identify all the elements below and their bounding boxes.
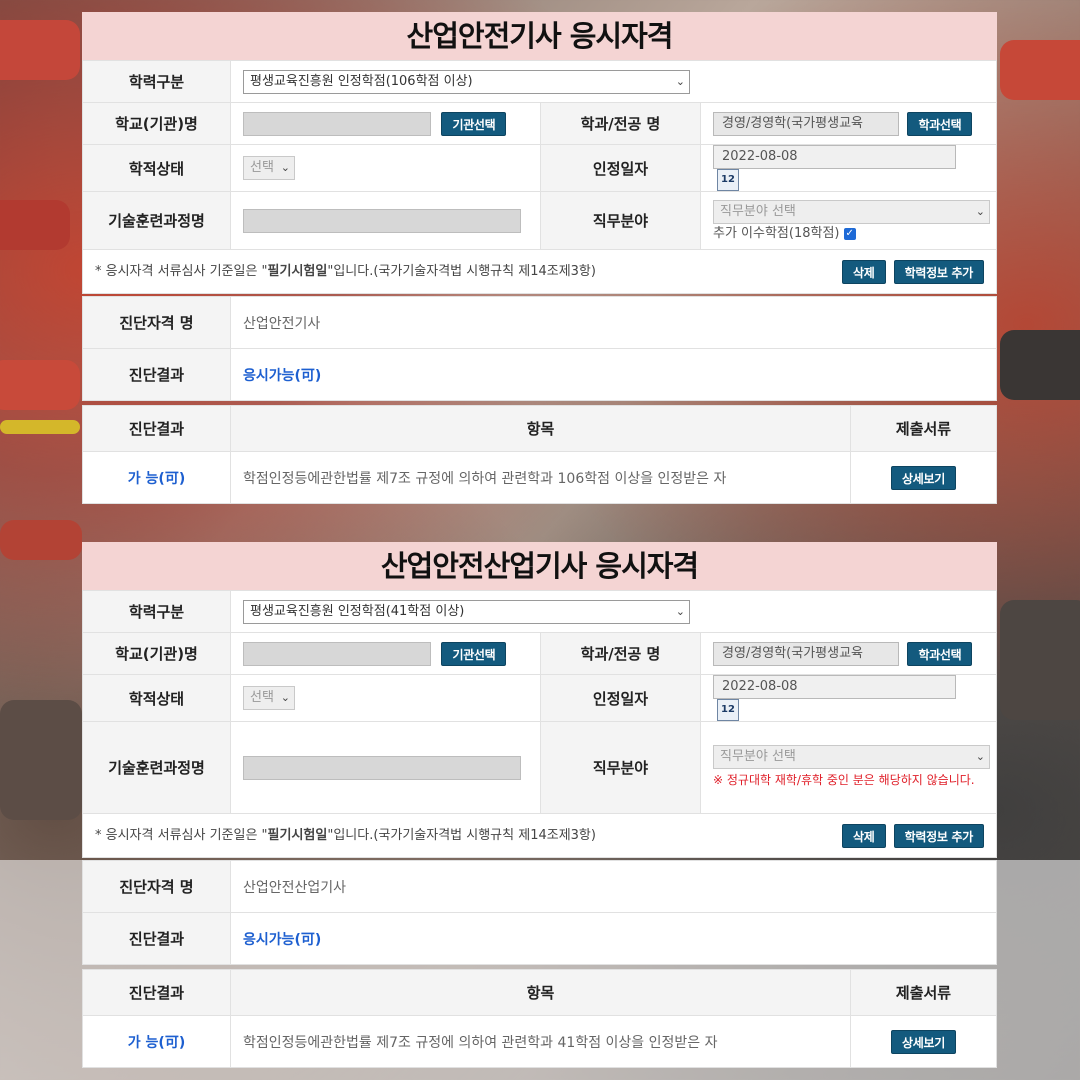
- background-pipe: [0, 20, 80, 80]
- panel-title: 산업안전산업기사 응시자격: [82, 542, 997, 590]
- criteria-note: * 응시자격 서류심사 기준일은 "필기시험일"입니다.(국가기술자격법 시행규…: [95, 827, 596, 843]
- approval-date-input[interactable]: 2022-08-08: [713, 675, 956, 699]
- add-education-button[interactable]: 학력정보 추가: [893, 259, 984, 284]
- chevron-down-icon: ⌄: [675, 74, 685, 88]
- diagnosis-result-label: 진단결과: [82, 912, 231, 965]
- diagnosis-result-label: 진단결과: [82, 348, 231, 401]
- column-header-docs: 제출서류: [850, 405, 997, 452]
- column-header-item: 항목: [230, 405, 851, 452]
- edu-type-label: 학력구분: [82, 590, 231, 633]
- training-course-label: 기술훈련과정명: [82, 191, 231, 250]
- enrollment-status-label: 학적상태: [82, 144, 231, 192]
- select-major-button[interactable]: 학과선택: [907, 111, 973, 136]
- diagnosis-name: 산업안전기사: [230, 296, 997, 349]
- qualification-panel-industrial-engineer: 산업안전산업기사 응시자격 학력구분 평생교육진흥원 인정학점(41학점 이상)…: [82, 542, 997, 858]
- calendar-icon[interactable]: 12: [717, 699, 739, 721]
- calendar-icon[interactable]: 12: [717, 169, 739, 191]
- edu-type-select[interactable]: 평생교육진흥원 인정학점(41학점 이상) ⌄: [243, 599, 690, 624]
- enrollment-status-label: 학적상태: [82, 674, 231, 722]
- background-pipe: [1000, 40, 1080, 100]
- row-result: 가 능(可): [82, 451, 231, 504]
- school-name-label: 학교(기관)명: [82, 102, 231, 145]
- diagnosis-name-label: 진단자격 명: [82, 860, 231, 913]
- select-institution-button[interactable]: 기관선택: [441, 641, 507, 666]
- background-pipe: [1000, 600, 1080, 720]
- school-name-label: 학교(기관)명: [82, 632, 231, 675]
- background-pipe: [0, 420, 80, 434]
- training-course-input[interactable]: [243, 755, 521, 780]
- result-detail-table: 진단결과 항목 제출서류 가 능(可) 학점인정등에관한법률 제7조 규정에 의…: [82, 405, 997, 504]
- column-header-result: 진단결과: [82, 969, 231, 1016]
- enrollment-warning: ※ 정규대학 재학/휴학 중인 분은 해당하지 않습니다.: [713, 772, 975, 787]
- diagnosis-result: 응시가능(可): [230, 912, 997, 965]
- background-pipe: [0, 700, 82, 820]
- background-pipe: [0, 520, 82, 560]
- column-header-item: 항목: [230, 969, 851, 1016]
- chevron-down-icon: ⌄: [975, 205, 985, 218]
- job-field-label: 직무분야: [540, 191, 701, 250]
- diagnosis-name: 산업안전산업기사: [230, 860, 997, 913]
- major-label: 학과/전공 명: [540, 102, 701, 145]
- select-major-button[interactable]: 학과선택: [907, 641, 973, 666]
- diagnosis-panel-industrial-engineer: 진단자격 명 산업안전산업기사 진단결과 응시가능(可) 진단결과 항목 제출서…: [82, 860, 997, 1068]
- approval-date-label: 인정일자: [540, 144, 701, 192]
- row-item: 학점인정등에관한법률 제7조 규정에 의하여 관련학과 41학점 이상을 인정받…: [230, 1015, 851, 1068]
- add-education-button[interactable]: 학력정보 추가: [893, 823, 984, 848]
- detail-view-button[interactable]: 상세보기: [891, 465, 956, 490]
- chevron-down-icon: ⌄: [675, 604, 685, 618]
- diagnosis-table: 진단자격 명 산업안전산업기사 진단결과 응시가능(可): [82, 860, 997, 965]
- major-input[interactable]: 경영/경영학(국가평생교육: [713, 111, 899, 136]
- row-item: 학점인정등에관한법률 제7조 규정에 의하여 관련학과 106학점 이상을 인정…: [230, 451, 851, 504]
- delete-button[interactable]: 삭제: [842, 259, 886, 284]
- chevron-down-icon: ⌄: [975, 749, 985, 763]
- edu-type-label: 학력구분: [82, 60, 231, 103]
- column-header-result: 진단결과: [82, 405, 231, 452]
- extra-credits: 추가 이수학점(18학점) ✓: [713, 222, 984, 241]
- school-name-input[interactable]: [243, 111, 431, 136]
- diagnosis-name-label: 진단자격 명: [82, 296, 231, 349]
- training-course-input[interactable]: [243, 208, 521, 233]
- diagnosis-panel-engineer: 진단자격 명 산업안전기사 진단결과 응시가능(可) 진단결과 항목 제출서류 …: [82, 296, 997, 504]
- enrollment-status-select[interactable]: 선택 ⌄: [243, 686, 295, 710]
- education-form: 학력구분 평생교육진흥원 인정학점(106학점 이상) ⌄ 학교(기관)명 기관선…: [82, 60, 997, 294]
- delete-button[interactable]: 삭제: [842, 823, 886, 848]
- school-name-input[interactable]: [243, 641, 431, 666]
- major-label: 학과/전공 명: [540, 632, 701, 675]
- chevron-down-icon: ⌄: [280, 161, 290, 174]
- background-pipe: [1000, 330, 1080, 400]
- table-row: 가 능(可) 학점인정등에관한법률 제7조 규정에 의하여 관련학과 41학점 …: [82, 1015, 997, 1068]
- extra-credits-label: 추가 이수학점(18학점): [713, 226, 840, 241]
- job-field-select[interactable]: 직무분야 선택 ⌄: [713, 200, 990, 224]
- row-result: 가 능(可): [82, 1015, 231, 1068]
- table-row: 가 능(可) 학점인정등에관한법률 제7조 규정에 의하여 관련학과 106학점…: [82, 451, 997, 504]
- result-detail-table: 진단결과 항목 제출서류 가 능(可) 학점인정등에관한법률 제7조 규정에 의…: [82, 969, 997, 1068]
- edu-type-select[interactable]: 평생교육진흥원 인정학점(106학점 이상) ⌄: [243, 69, 690, 94]
- detail-view-button[interactable]: 상세보기: [891, 1029, 956, 1054]
- panel-title: 산업안전기사 응시자격: [82, 12, 997, 60]
- education-form: 학력구분 평생교육진흥원 인정학점(41학점 이상) ⌄ 학교(기관)명 기관선택…: [82, 590, 997, 858]
- criteria-note-row: * 응시자격 서류심사 기준일은 "필기시험일"입니다.(국가기술자격법 시행규…: [82, 249, 997, 294]
- job-field-select[interactable]: 직무분야 선택 ⌄: [713, 744, 990, 769]
- approval-date-label: 인정일자: [540, 674, 701, 722]
- diagnosis-result: 응시가능(可): [230, 348, 997, 401]
- background-pipe: [0, 200, 70, 250]
- approval-date-input[interactable]: 2022-08-08: [713, 145, 956, 169]
- background-pipe: [0, 360, 80, 410]
- major-input[interactable]: 경영/경영학(국가평생교육: [713, 641, 899, 666]
- job-field-label: 직무분야: [540, 721, 701, 814]
- chevron-down-icon: ⌄: [280, 691, 290, 704]
- qualification-panel-engineer: 산업안전기사 응시자격 학력구분 평생교육진흥원 인정학점(106학점 이상) ⌄…: [82, 12, 997, 294]
- checkbox-checked-icon[interactable]: ✓: [843, 227, 856, 240]
- criteria-note: * 응시자격 서류심사 기준일은 "필기시험일"입니다.(국가기술자격법 시행규…: [95, 263, 596, 279]
- enrollment-status-select[interactable]: 선택 ⌄: [243, 156, 295, 180]
- diagnosis-table: 진단자격 명 산업안전기사 진단결과 응시가능(可): [82, 296, 997, 401]
- criteria-note-row: * 응시자격 서류심사 기준일은 "필기시험일"입니다.(국가기술자격법 시행규…: [82, 813, 997, 858]
- training-course-label: 기술훈련과정명: [82, 721, 231, 814]
- select-institution-button[interactable]: 기관선택: [441, 111, 507, 136]
- column-header-docs: 제출서류: [850, 969, 997, 1016]
